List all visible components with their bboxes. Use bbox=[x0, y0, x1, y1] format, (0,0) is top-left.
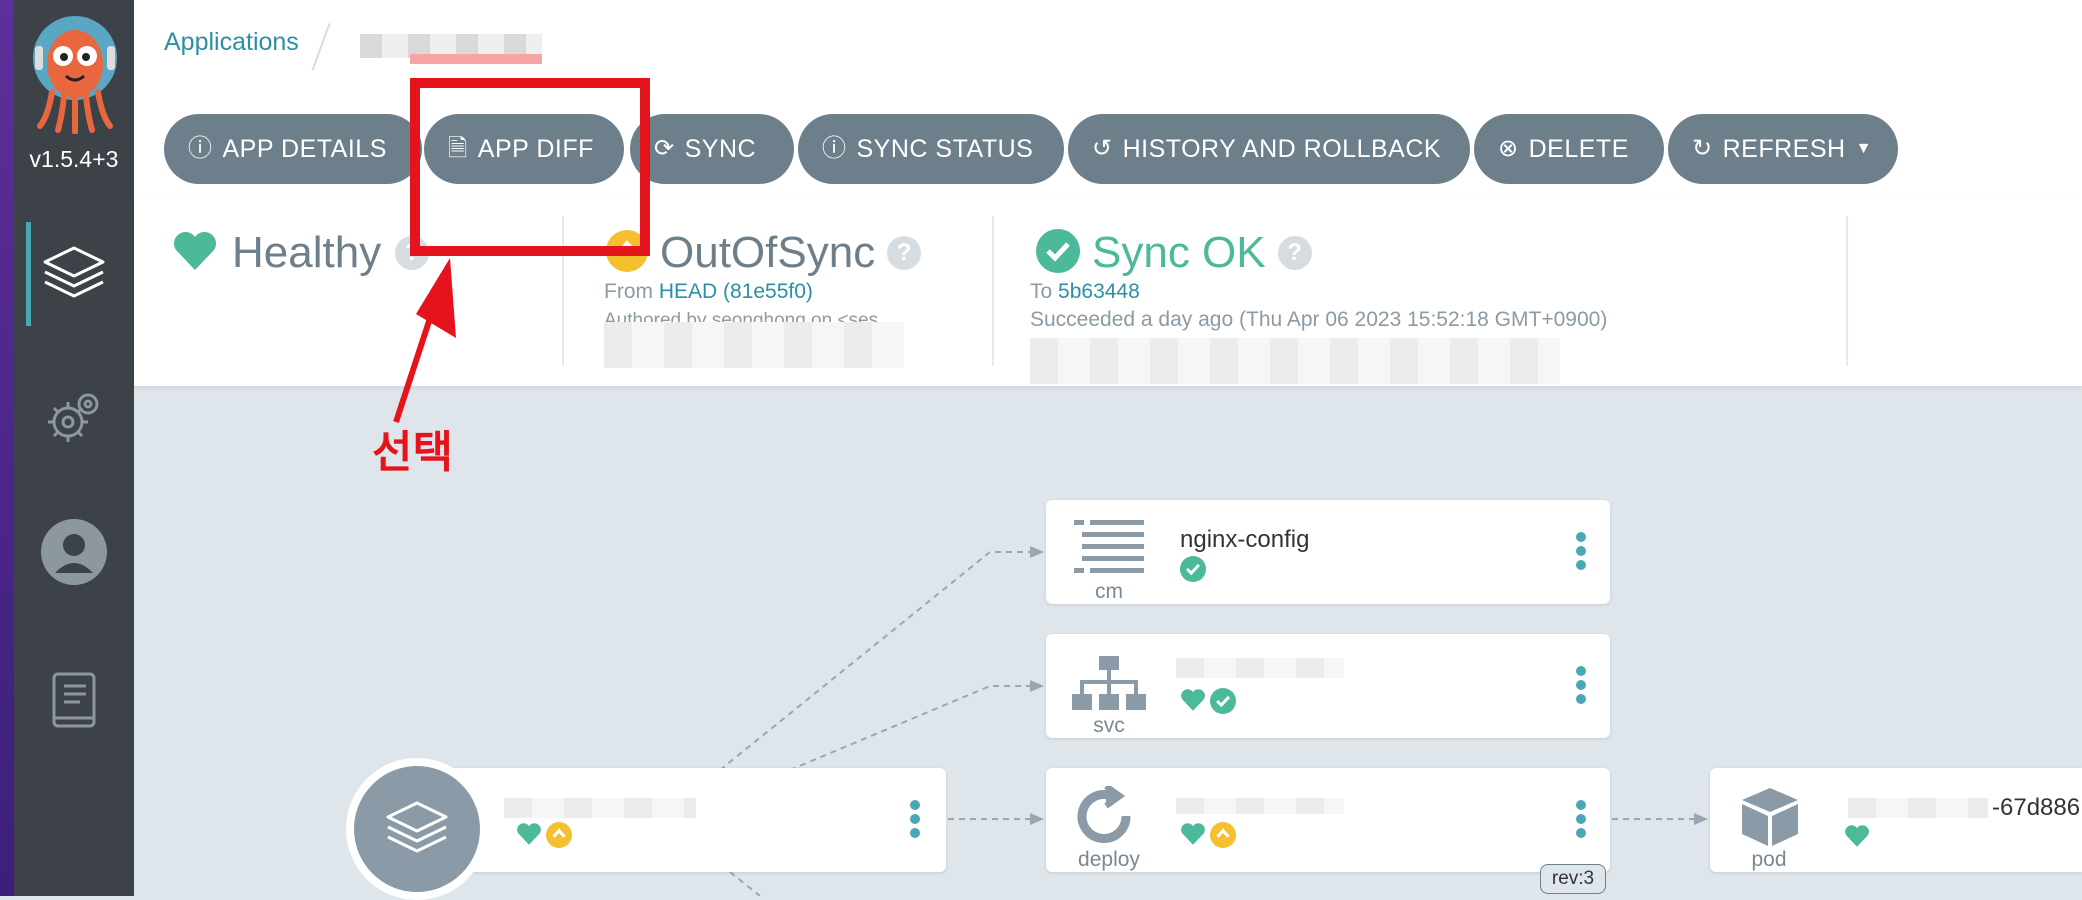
service-node[interactable]: svc bbox=[1046, 634, 1610, 738]
out-of-sync-icon bbox=[1210, 822, 1236, 853]
annotation-label: 선택 bbox=[372, 428, 453, 477]
check-circle-icon bbox=[1210, 688, 1236, 719]
node-menu-icon[interactable] bbox=[910, 800, 920, 842]
redacted-pod-name bbox=[1848, 798, 1988, 818]
check-circle-icon bbox=[1180, 556, 1206, 587]
redacted-deployment-name bbox=[1176, 798, 1344, 814]
node-menu-icon[interactable] bbox=[1576, 666, 1586, 708]
node-menu-icon[interactable] bbox=[1576, 532, 1586, 574]
heart-icon bbox=[1180, 822, 1206, 851]
redacted-service-name bbox=[1176, 658, 1344, 678]
annotation-arrow-icon bbox=[393, 258, 456, 423]
list-icon bbox=[1074, 520, 1144, 581]
heart-icon bbox=[1844, 824, 1870, 853]
cube-icon bbox=[1740, 788, 1800, 851]
heart-icon bbox=[1180, 688, 1206, 717]
node-menu-icon[interactable] bbox=[1576, 800, 1586, 842]
revision-badge: rev:3 bbox=[1540, 864, 1606, 894]
redeploy-icon bbox=[1072, 783, 1138, 851]
app-root-node[interactable] bbox=[420, 768, 946, 872]
tree-edges bbox=[719, 546, 1708, 896]
annotation-highlight-box bbox=[410, 78, 650, 256]
network-icon bbox=[1072, 656, 1146, 717]
app-icon bbox=[346, 758, 488, 900]
configmap-node[interactable]: cm nginx-config bbox=[1046, 500, 1610, 604]
out-of-sync-icon bbox=[546, 822, 572, 853]
pod-node[interactable]: pod -67d886 bbox=[1710, 768, 2082, 872]
heart-icon bbox=[516, 822, 542, 851]
redacted-app-name bbox=[504, 798, 696, 818]
deployment-node[interactable]: deploy bbox=[1046, 768, 1610, 872]
layers-icon bbox=[386, 801, 448, 853]
